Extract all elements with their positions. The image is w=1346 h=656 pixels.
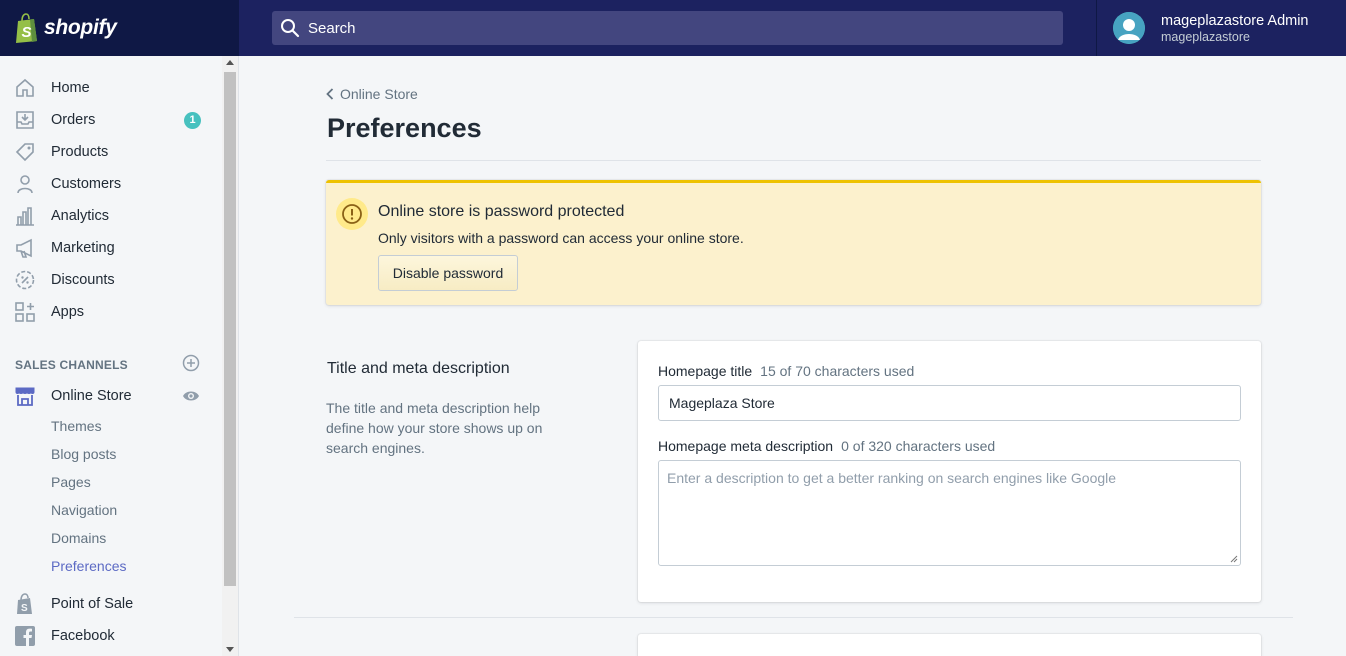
homepage-title-count: 15 of 70 characters used bbox=[760, 363, 915, 379]
sidebar-item-label: Apps bbox=[51, 304, 85, 320]
bar-chart-icon bbox=[16, 207, 34, 226]
eye-icon[interactable] bbox=[182, 390, 200, 402]
chevron-left-icon bbox=[326, 88, 334, 100]
sidebar-item-label: Products bbox=[51, 144, 109, 160]
facebook-icon bbox=[15, 626, 35, 646]
orders-icon bbox=[16, 111, 34, 129]
search-icon bbox=[281, 19, 300, 38]
sidebar-subitem-preferences[interactable]: Preferences bbox=[51, 558, 126, 574]
discount-icon bbox=[15, 270, 35, 290]
homepage-title-label-text: Homepage title bbox=[658, 363, 753, 379]
sidebar-item-label: Marketing bbox=[51, 240, 115, 256]
shopify-bag-icon: S bbox=[16, 13, 37, 43]
meta-description-label-text: Homepage meta description bbox=[658, 438, 834, 454]
svg-text:S: S bbox=[22, 24, 32, 41]
homepage-title-label: Homepage title 15 of 70 characters used bbox=[658, 363, 914, 379]
banner-title: Online store is password protected bbox=[378, 203, 625, 220]
sidebar-item-point-of-sale[interactable]: S Point of Sale bbox=[0, 588, 222, 620]
person-icon bbox=[17, 175, 33, 194]
sidebar-item-products[interactable]: Products bbox=[0, 136, 222, 168]
sidebar-subitem-domains[interactable]: Domains bbox=[51, 530, 106, 546]
apps-icon bbox=[15, 302, 35, 322]
brand-name: shopify bbox=[44, 16, 117, 39]
sidebar-scrollbar[interactable] bbox=[222, 56, 238, 656]
password-warning-banner: Online store is password protected Only … bbox=[326, 180, 1261, 305]
meta-card: Homepage title 15 of 70 characters used M… bbox=[638, 341, 1261, 602]
banner-text: Only visitors with a password can access… bbox=[378, 230, 744, 246]
search-placeholder: Search bbox=[308, 19, 356, 37]
scroll-up-arrow-icon[interactable] bbox=[226, 60, 234, 65]
divider bbox=[294, 617, 1293, 618]
sidebar-item-label: Point of Sale bbox=[51, 596, 134, 612]
next-card bbox=[638, 634, 1261, 656]
sidebar-item-analytics[interactable]: Analytics bbox=[0, 200, 222, 232]
sidebar-item-facebook[interactable]: Facebook bbox=[0, 620, 222, 652]
warning-icon bbox=[336, 198, 368, 230]
sidebar-item-apps[interactable]: Apps bbox=[0, 296, 222, 328]
homepage-title-value: Mageplaza Store bbox=[669, 395, 775, 411]
sales-channels-title: SALES CHANNELS bbox=[15, 358, 128, 372]
sidebar-item-discounts[interactable]: Discounts bbox=[0, 264, 222, 296]
meta-description-placeholder: Enter a description to get a better rank… bbox=[667, 470, 1117, 486]
sidebar-item-marketing[interactable]: Marketing bbox=[0, 232, 222, 264]
search-input[interactable]: Search bbox=[272, 11, 1063, 45]
page-title: Preferences bbox=[327, 113, 482, 143]
sidebar-item-label: Analytics bbox=[51, 208, 110, 224]
user-menu[interactable]: mageplazastore Admin mageplazastore bbox=[1096, 0, 1346, 56]
pos-icon: S bbox=[17, 593, 32, 614]
svg-text:S: S bbox=[21, 603, 28, 614]
scroll-down-arrow-icon[interactable] bbox=[226, 647, 234, 652]
homepage-title-input[interactable]: Mageplaza Store bbox=[658, 385, 1241, 421]
sidebar-subitem-blog-posts[interactable]: Blog posts bbox=[51, 446, 116, 462]
sidebar-subitem-navigation[interactable]: Navigation bbox=[51, 502, 117, 518]
store-icon bbox=[15, 387, 35, 406]
sidebar-item-customers[interactable]: Customers bbox=[0, 168, 222, 200]
add-channel-icon[interactable] bbox=[182, 354, 200, 372]
top-bar: S shopify Search mageplazastore Admin ma… bbox=[0, 0, 1346, 56]
shopify-logo[interactable]: S shopify bbox=[0, 0, 239, 56]
sidebar-item-label: Discounts bbox=[51, 272, 115, 288]
divider bbox=[326, 160, 1261, 161]
meta-description-textarea[interactable]: Enter a description to get a better rank… bbox=[658, 460, 1241, 566]
section-heading: Title and meta description bbox=[327, 360, 510, 377]
sidebar-item-label: Online Store bbox=[51, 388, 132, 404]
disable-password-button[interactable]: Disable password bbox=[378, 255, 518, 291]
sidebar-subitem-themes[interactable]: Themes bbox=[51, 418, 102, 434]
sidebar-item-orders[interactable]: Orders 1 bbox=[0, 104, 222, 136]
sidebar: Home Orders 1 Products Customers Analyti… bbox=[0, 56, 239, 656]
resize-grip-icon[interactable] bbox=[1230, 555, 1238, 563]
user-name: mageplazastore Admin bbox=[1161, 12, 1309, 29]
sidebar-item-label: Orders bbox=[51, 112, 96, 128]
home-icon bbox=[16, 78, 34, 97]
breadcrumb-label: Online Store bbox=[340, 86, 418, 102]
meta-description-label: Homepage meta description 0 of 320 charac… bbox=[658, 438, 995, 454]
sidebar-subitem-pages[interactable]: Pages bbox=[51, 474, 91, 490]
sidebar-item-home[interactable]: Home bbox=[0, 72, 222, 104]
sidebar-item-label: Home bbox=[51, 80, 90, 96]
tag-icon bbox=[15, 143, 34, 162]
section-description: The title and meta description help defi… bbox=[326, 400, 543, 456]
scroll-thumb[interactable] bbox=[224, 72, 236, 586]
orders-count-badge: 1 bbox=[184, 111, 201, 129]
sidebar-item-label: Facebook bbox=[51, 628, 115, 644]
user-store: mageplazastore bbox=[1161, 29, 1250, 44]
breadcrumb[interactable]: Online Store bbox=[326, 86, 418, 102]
avatar bbox=[1113, 12, 1145, 44]
user-avatar-icon bbox=[1113, 12, 1145, 44]
sidebar-item-label: Customers bbox=[51, 176, 122, 192]
meta-description-count: 0 of 320 characters used bbox=[841, 438, 996, 454]
megaphone-icon bbox=[16, 238, 32, 258]
